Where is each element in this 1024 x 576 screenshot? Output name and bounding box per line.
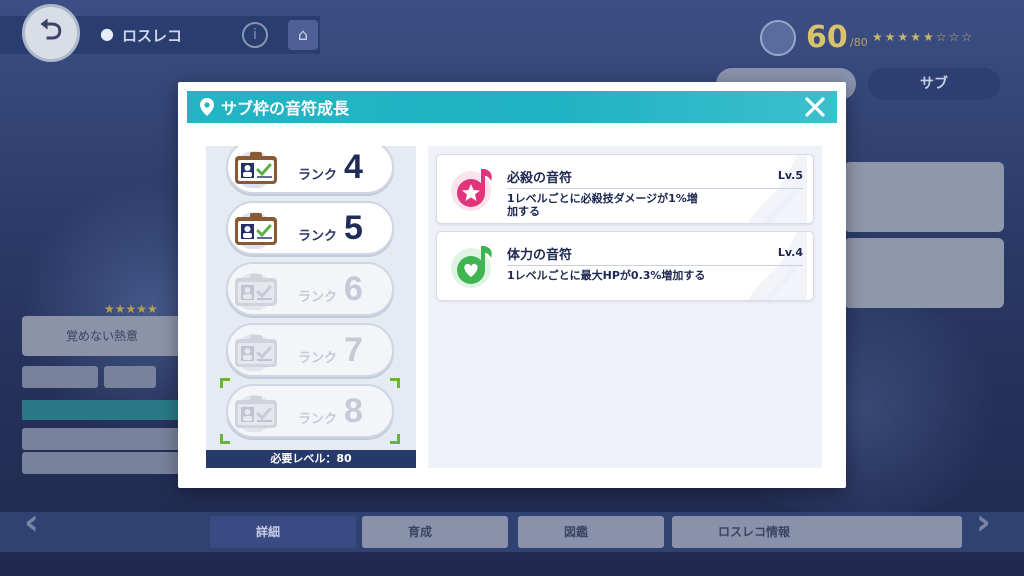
selection-corner: [220, 378, 230, 388]
bottom-tab-losreco-info[interactable]: ロスレコ情報: [672, 516, 962, 548]
note-watermark-icon: [748, 155, 807, 223]
dialog-title: サブ枠の音符成長: [221, 99, 350, 118]
left-row: [22, 366, 98, 388]
rank-ticket-icon: [235, 212, 277, 249]
note-description: 1レベルごとに必殺技ダメージが1%増加する: [507, 192, 698, 218]
left-stars: ★★★★★: [104, 302, 158, 316]
back-button[interactable]: ⮌: [22, 4, 80, 62]
rank-number: 7: [344, 331, 363, 369]
bottom-tab-details[interactable]: 詳細: [210, 516, 356, 548]
selection-corner: [220, 434, 230, 444]
selection-corner: [390, 378, 400, 388]
next-arrow-icon[interactable]: ›: [976, 502, 991, 543]
location-name: ロスレコ: [122, 27, 183, 45]
rank-card-8[interactable]: ランク 8: [220, 378, 400, 444]
rank-card-5[interactable]: ランク 5: [226, 201, 394, 255]
left-teal-bar: [22, 400, 182, 420]
special-note-icon: [451, 169, 492, 211]
left-row: [104, 366, 156, 388]
locked-ticket-icon: [235, 273, 277, 310]
rank-number: 6: [344, 270, 363, 308]
left-row: [22, 452, 182, 474]
divider: [507, 188, 803, 189]
note-watermark-icon: [748, 232, 807, 300]
bottom-tab-training[interactable]: 育成: [362, 516, 508, 548]
left-title-panel: 覚めない熱意: [22, 316, 182, 356]
note-level: Lv.5: [777, 169, 803, 182]
left-row: [22, 428, 182, 450]
rank-label: ランク: [298, 290, 338, 305]
note-name: 必殺の音符: [507, 171, 573, 186]
background-note-card: [844, 238, 1004, 308]
player-stars: ★★★★★☆☆☆: [872, 30, 975, 44]
player-avatar: [760, 20, 796, 56]
back-arrow-icon: ⮌: [39, 13, 63, 46]
note-card-special: 必殺の音符 Lv.5 1レベルごとに必殺技ダメージが1%増加する: [436, 154, 814, 224]
rank-card-6[interactable]: ランク 6: [226, 262, 394, 316]
prev-arrow-icon[interactable]: ‹: [24, 502, 39, 543]
locked-ticket-icon: [235, 334, 277, 371]
rank-card-7[interactable]: ランク 7: [226, 323, 394, 377]
rank-label: ランク: [298, 412, 338, 427]
note-level: Lv.4: [777, 246, 803, 259]
note-card-hp: 体力の音符 Lv.4 1レベルごとに最大HPが0.3%増加する: [436, 231, 814, 301]
background-note-card: [844, 162, 1004, 232]
rank-ticket-icon: [235, 151, 277, 188]
close-button[interactable]: [803, 95, 827, 119]
info-button[interactable]: i: [242, 22, 268, 48]
selection-corner: [390, 434, 400, 444]
rank-number: 4: [344, 148, 363, 186]
home-button[interactable]: ⌂: [288, 20, 318, 50]
note-description: 1レベルごとに最大HPが0.3%増加する: [507, 269, 706, 282]
location-pin-icon: [199, 98, 215, 116]
location-pin-icon: ●: [100, 24, 114, 43]
close-x-icon: [805, 97, 825, 117]
rank-card-4[interactable]: ランク 4: [226, 146, 394, 194]
divider: [507, 265, 803, 266]
required-level: 必要レベル：80: [206, 450, 416, 468]
tab-sub[interactable]: サブ: [868, 68, 1000, 100]
rank-number: 5: [344, 209, 363, 247]
hp-note-icon: [451, 246, 492, 288]
player-level-max: /80: [850, 36, 868, 49]
note-growth-dialog: サブ枠の音符成長 ランク 4 ランク 5 ランク 6 ランク 7 ランク 8 必要レベル：80: [178, 82, 846, 488]
locked-ticket-icon: [235, 395, 277, 432]
note-list: 必殺の音符 Lv.5 1レベルごとに必殺技ダメージが1%増加する 体力の音符 L…: [428, 146, 822, 468]
bottom-tab-encyclopedia[interactable]: 図鑑: [518, 516, 664, 548]
rank-label: ランク: [298, 351, 338, 366]
dialog-header: サブ枠の音符成長: [187, 91, 837, 123]
rank-number: 8: [344, 392, 363, 430]
note-name: 体力の音符: [507, 248, 573, 263]
rank-label: ランク: [298, 168, 338, 183]
rank-list[interactable]: ランク 4 ランク 5 ランク 6 ランク 7 ランク 8: [206, 146, 416, 468]
player-level: 60: [806, 20, 848, 55]
rank-label: ランク: [298, 229, 338, 244]
